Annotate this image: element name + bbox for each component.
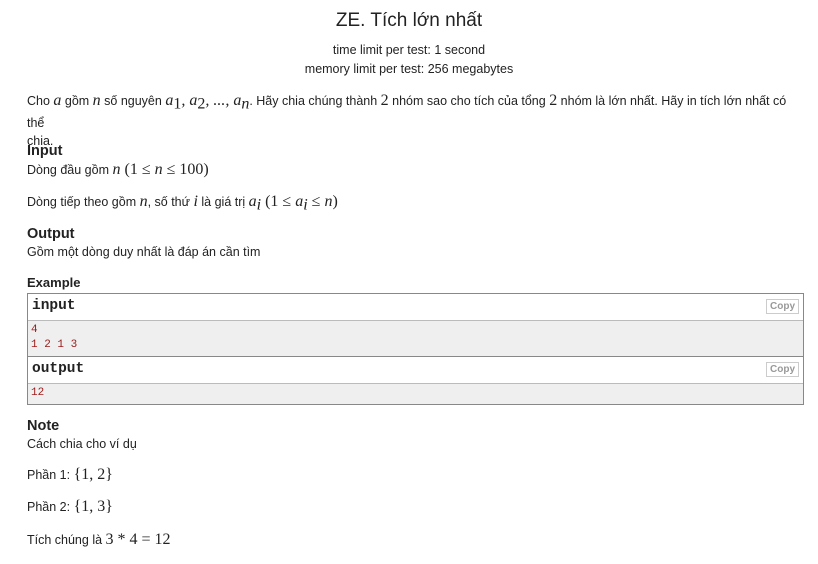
example-heading: Example [27, 275, 81, 290]
output-heading: Output [27, 226, 75, 242]
note-line-1: Cách chia cho ví dụ [27, 437, 137, 451]
copy-input-button[interactable]: Copy [766, 299, 799, 314]
example-output-header: output Copy [28, 357, 803, 384]
input-label: input [32, 298, 76, 314]
example-output-box: output Copy 12 [27, 356, 804, 405]
output-label: output [32, 361, 85, 377]
example-input-content[interactable]: 4 1 2 1 3 [28, 321, 803, 356]
input-line-1: Dòng đầu gồm n (1 ≤ n ≤ 100) [27, 161, 209, 178]
memory-limit: memory limit per test: 256 megabytes [304, 62, 514, 76]
example-output-content[interactable]: 12 [28, 384, 803, 404]
input-line: 4 [31, 324, 38, 336]
problem-page: ZE. Tích lớn nhất time limit per test: 1… [0, 0, 818, 564]
note-part-1: Phần 1: {1, 2} [27, 466, 113, 483]
input-line: 1 2 1 3 [31, 339, 78, 351]
input-line-2: Dòng tiếp theo gồm n, số thứ i là giá tr… [27, 193, 338, 214]
problem-statement: Cho a gồm n số nguyên a1, a2, ..., an. H… [27, 92, 787, 148]
output-description: Gồm một dòng duy nhất là đáp án cần tìm [27, 245, 261, 259]
note-part-2: Phần 2: {1, 3} [27, 498, 113, 515]
note-product: Tích chúng là 3 * 4 = 12 [27, 531, 171, 548]
input-heading: Input [27, 143, 63, 159]
example-input-box: input Copy 4 1 2 1 3 [27, 293, 804, 357]
example-input-header: input Copy [28, 294, 803, 321]
output-line: 12 [31, 387, 45, 399]
page-title: ZE. Tích lớn nhất [335, 10, 483, 31]
time-limit: time limit per test: 1 second [332, 43, 486, 57]
copy-output-button[interactable]: Copy [766, 362, 799, 377]
note-heading: Note [27, 418, 60, 434]
